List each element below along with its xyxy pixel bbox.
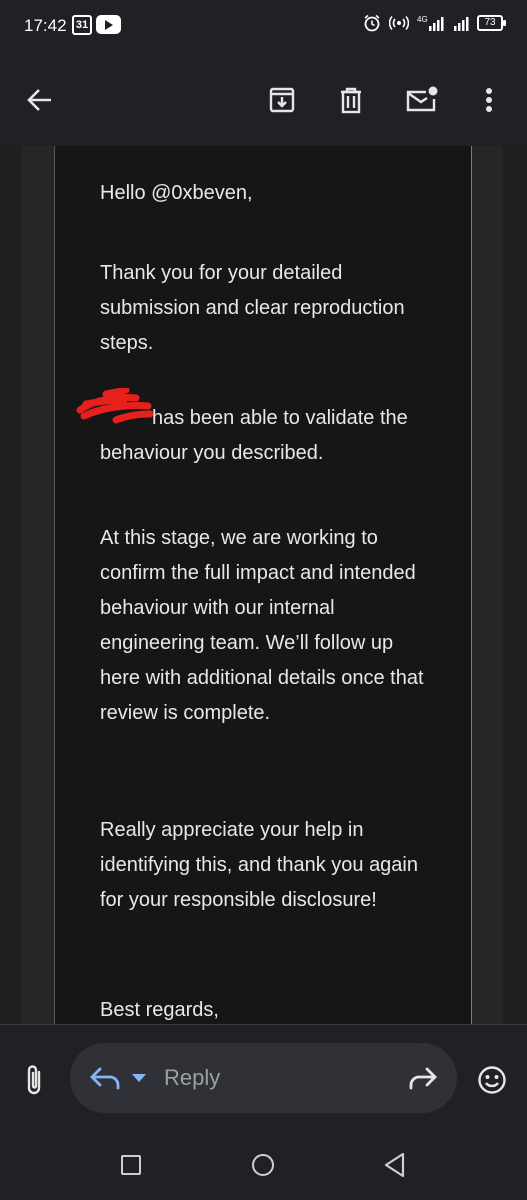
youtube-icon [96, 15, 121, 34]
status-icons: 4G 73 [363, 14, 506, 32]
more-vert-icon [486, 88, 492, 112]
recents-button[interactable] [121, 1155, 141, 1175]
reply-icon[interactable] [88, 1063, 122, 1093]
email-paragraph-3: At this stage, we are working to confirm… [100, 527, 424, 724]
emoji-button[interactable] [470, 1058, 514, 1102]
redaction-mark [76, 388, 154, 424]
mark-unread-icon [406, 86, 438, 112]
chevron-down-icon[interactable] [132, 1073, 146, 1083]
reply-bar: Reply [0, 1024, 527, 1133]
status-bar: 17:42 31 4G 73 [0, 0, 527, 56]
attach-button[interactable] [12, 1058, 56, 1102]
reply-label[interactable]: Reply [164, 1065, 220, 1091]
archive-icon [269, 87, 295, 113]
delete-button[interactable] [331, 80, 371, 120]
more-options-button[interactable] [469, 80, 509, 120]
back-arrow-icon [27, 89, 51, 111]
mark-unread-button[interactable] [402, 80, 442, 120]
alarm-icon [364, 14, 380, 32]
battery-icon: 73 [477, 15, 506, 31]
svg-text:4G: 4G [417, 15, 428, 24]
hotspot-icon [389, 15, 409, 31]
calendar-icon: 31 [72, 15, 92, 35]
back-button[interactable] [20, 80, 60, 120]
email-sign-off: Best regards, [100, 999, 219, 1021]
email-greeting: Hello @0xbeven, [100, 182, 253, 204]
email-paragraph-1: Thank you for your detailed submission a… [100, 262, 405, 354]
forward-icon[interactable] [407, 1063, 437, 1093]
email-content[interactable]: Hello @0xbeven, Thank you for your detai… [0, 146, 527, 1024]
nav-back-icon[interactable] [383, 1152, 407, 1178]
archive-button[interactable] [262, 80, 302, 120]
home-button[interactable] [252, 1154, 274, 1176]
attachment-icon [27, 1065, 41, 1095]
delete-icon [341, 87, 361, 114]
status-time: 17:42 [24, 16, 67, 35]
app-bar [0, 56, 527, 146]
reply-field[interactable]: Reply [70, 1043, 457, 1113]
system-nav-bar [0, 1132, 527, 1200]
emoji-icon [478, 1066, 506, 1094]
email-paragraph-4: Really appreciate your help in identifyi… [100, 819, 418, 911]
4g-signal-icon: 4G [417, 15, 444, 31]
signal-icon [454, 17, 469, 31]
